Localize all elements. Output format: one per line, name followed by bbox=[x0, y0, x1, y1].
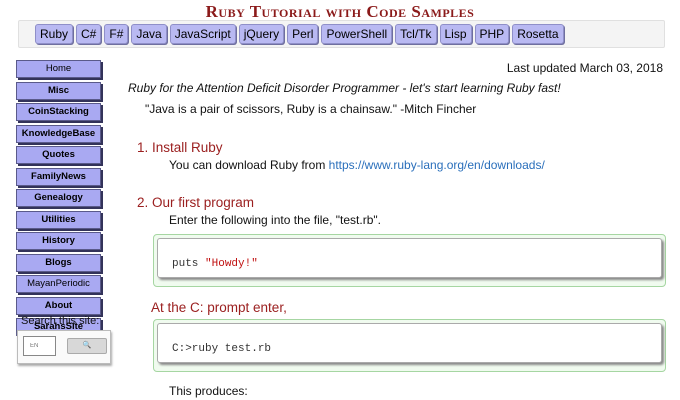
lang-tab-jquery[interactable]: jQuery bbox=[238, 24, 285, 44]
lang-tab-c-[interactable]: C# bbox=[76, 24, 102, 44]
sidebar-nav: Home Misc CoinStacking KnowledgeBase Quotes F… bbox=[16, 60, 101, 340]
search-input[interactable] bbox=[23, 336, 56, 356]
last-updated: Last updated March 03, 2018 bbox=[506, 61, 663, 75]
lang-tab-ruby[interactable]: Ruby bbox=[35, 24, 74, 44]
search-label: Search this site: bbox=[21, 315, 100, 327]
code-block-2-inner: C:>ruby test.rb bbox=[157, 323, 662, 363]
sidebar-item-home[interactable]: Home bbox=[16, 60, 101, 78]
sidebar-item-coinstacking[interactable]: CoinStacking bbox=[16, 103, 101, 121]
produces-text: This produces: bbox=[169, 384, 248, 398]
lang-tab-tcl-tk[interactable]: Tcl/Tk bbox=[395, 24, 437, 44]
lang-tab-javascript[interactable]: JavaScript bbox=[169, 24, 236, 44]
section-heading-first-program: 2. Our first program bbox=[137, 195, 255, 210]
code-block-2: C:>ruby test.rb bbox=[153, 319, 666, 372]
lang-tab-rosetta[interactable]: Rosetta bbox=[512, 24, 564, 44]
language-nav-bar: Ruby C# F# Java JavaScript jQuery Perl PowerShe… bbox=[18, 20, 665, 48]
lang-tab-perl[interactable]: Perl bbox=[287, 24, 319, 44]
sidebar-item-misc[interactable]: Misc bbox=[16, 81, 101, 100]
lang-tab-powershell[interactable]: PowerShell bbox=[321, 24, 393, 44]
section-heading-install: 1. Install Ruby bbox=[137, 140, 223, 155]
lang-tab-lisp[interactable]: Lisp bbox=[439, 24, 472, 44]
sidebar-item-utilities[interactable]: Utilities bbox=[16, 210, 101, 229]
code-block-1-inner: puts "Howdy!" bbox=[157, 238, 662, 278]
lang-tab-f-[interactable]: F# bbox=[104, 24, 129, 44]
install-text-label: You can download Ruby from bbox=[169, 158, 329, 172]
lang-tab-php[interactable]: PHP bbox=[474, 24, 510, 44]
code-line-command: C:>ruby test.rb bbox=[172, 343, 272, 355]
sidebar-item-knowledgebase[interactable]: KnowledgeBase bbox=[16, 124, 101, 143]
search-button[interactable]: 🔍 bbox=[67, 338, 107, 354]
search-box: 🔍 bbox=[17, 330, 111, 364]
code-line-puts: puts "Howdy!" bbox=[172, 258, 258, 270]
sidebar-item-genealogy[interactable]: Genealogy bbox=[16, 189, 101, 207]
sidebar-item-familynews[interactable]: FamilyNews bbox=[16, 167, 101, 186]
sidebar-item-about[interactable]: About bbox=[16, 296, 101, 315]
code-string: "Howdy!" bbox=[205, 258, 258, 270]
sidebar-item-blogs[interactable]: Blogs bbox=[16, 253, 101, 272]
lang-tab-java[interactable]: Java bbox=[131, 24, 167, 44]
search-icon: 🔍 bbox=[82, 342, 92, 349]
code-block-1: puts "Howdy!" bbox=[153, 234, 666, 287]
install-text: You can download Ruby from https://www.r… bbox=[169, 158, 545, 172]
prompt-subheading: At the C: prompt enter, bbox=[151, 300, 287, 315]
sidebar-item-mayanperiodic[interactable]: MayanPeriodic bbox=[16, 275, 101, 293]
quote: "Java is a pair of scissors, Ruby is a c… bbox=[145, 102, 477, 116]
sidebar-item-quotes[interactable]: Quotes bbox=[16, 146, 101, 164]
tagline: Ruby for the Attention Deficit Disorder … bbox=[128, 81, 561, 95]
first-program-text: Enter the following into the file, "test… bbox=[169, 213, 381, 227]
site-title: Ruby Tutorial with Code Samples bbox=[205, 2, 475, 21]
language-tabs: Ruby C# F# Java JavaScript jQuery Perl PowerShe… bbox=[35, 24, 564, 44]
ruby-download-link[interactable]: https://www.ruby-lang.org/en/downloads/ bbox=[329, 158, 545, 172]
code-keyword: puts bbox=[172, 258, 206, 270]
sidebar-item-history[interactable]: History bbox=[16, 232, 101, 250]
